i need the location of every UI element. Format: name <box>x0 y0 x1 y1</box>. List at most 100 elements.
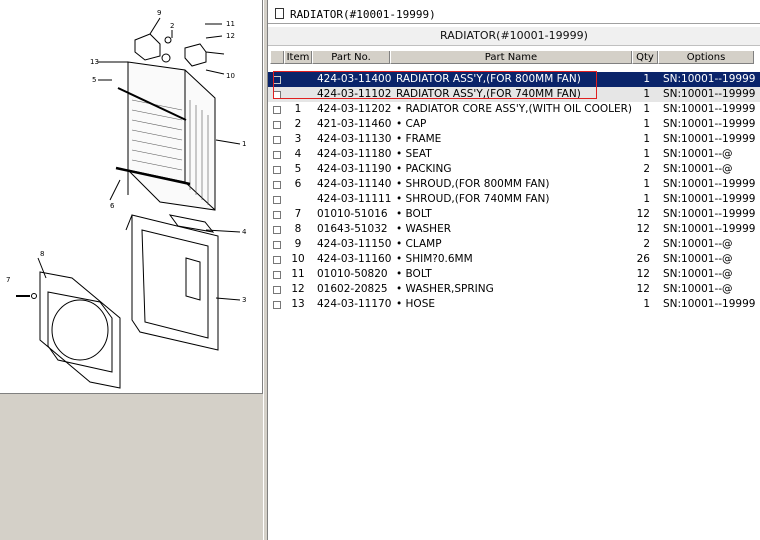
table-row[interactable]: 2 421-03-11460 • CAP 1 SN:10001--19999 <box>268 117 760 132</box>
row-checkbox[interactable] <box>273 151 281 159</box>
header-options[interactable]: Options <box>658 51 754 64</box>
table-row[interactable]: 3 424-03-11130 • FRAME 1 SN:10001--19999 <box>268 132 760 147</box>
cell-part-name: • BOLT <box>396 208 432 220</box>
cell-options: SN:10001--19999 <box>663 298 756 310</box>
cell-part-name: • HOSE <box>396 298 435 310</box>
cell-part-no: 424-03-11170 <box>317 298 392 310</box>
callout-8: 8 <box>40 250 44 258</box>
cell-part-name: • WASHER <box>396 223 452 235</box>
cell-item: 5 <box>294 163 302 175</box>
document-icon <box>275 8 284 19</box>
cell-qty: 12 <box>636 283 650 295</box>
table-row[interactable]: 12 01602-20825 • WASHER,SPRING 12 SN:10001--… <box>268 282 760 297</box>
cell-item: 4 <box>294 148 302 160</box>
row-checkbox[interactable] <box>273 226 281 234</box>
radiator-exploded-diagram: 1 2 3 4 5 6 7 8 9 10 11 12 13 <box>6 9 247 389</box>
cell-part-name: • WASHER,SPRING <box>396 283 494 295</box>
cell-qty: 1 <box>643 298 650 310</box>
cell-qty: 1 <box>643 88 650 100</box>
cell-options: SN:10001--@ <box>663 283 733 295</box>
cell-qty: 1 <box>643 133 650 145</box>
row-checkbox[interactable] <box>273 241 281 249</box>
callout-11: 11 <box>226 20 235 28</box>
table-row[interactable]: 13 424-03-11170 • HOSE 1 SN:10001--19999 <box>268 297 760 312</box>
row-checkbox[interactable] <box>273 271 281 279</box>
row-checkbox[interactable] <box>273 196 281 204</box>
cell-qty: 2 <box>643 238 650 250</box>
header-item[interactable]: Item <box>284 51 312 64</box>
callout-13: 13 <box>90 58 99 66</box>
cell-options: SN:10001--19999 <box>663 193 756 205</box>
row-checkbox[interactable] <box>273 106 281 114</box>
cell-part-no: 424-03-11102 <box>317 88 392 100</box>
cell-qty: 1 <box>643 118 650 130</box>
callout-4: 4 <box>242 228 247 236</box>
cell-options: SN:10001--@ <box>663 148 733 160</box>
cell-part-no: 424-03-11130 <box>317 133 392 145</box>
cell-part-name: RADIATOR ASS'Y,(FOR 800MM FAN) <box>396 73 581 85</box>
cell-part-no: 424-03-11202 <box>317 103 392 115</box>
table-row[interactable]: 10 424-03-11160 • SHIM?0.6MM 26 SN:10001--@ <box>268 252 760 267</box>
cell-part-no: 01643-51032 <box>317 223 388 235</box>
callout-7: 7 <box>6 276 10 284</box>
table-row[interactable]: 9 424-03-11150 • CLAMP 2 SN:10001--@ <box>268 237 760 252</box>
row-checkbox[interactable] <box>273 136 281 144</box>
cell-part-no: 424-03-11111 <box>317 193 392 205</box>
cell-item: 3 <box>294 133 302 145</box>
cell-part-name: • RADIATOR CORE ASS'Y,(WITH OIL COOLER) <box>396 103 632 115</box>
table-row[interactable]: 424-03-11111 • SHROUD,(FOR 740MM FAN) 1 SN:… <box>268 192 760 207</box>
callout-1: 1 <box>242 140 246 148</box>
row-checkbox[interactable] <box>273 76 281 84</box>
table-row[interactable]: 424-03-11400 RADIATOR ASS'Y,(FOR 800MM FA… <box>268 72 760 87</box>
row-checkbox[interactable] <box>273 121 281 129</box>
cell-qty: 1 <box>643 148 650 160</box>
header-qty[interactable]: Qty <box>632 51 658 64</box>
table-row[interactable]: 7 01010-51016 • BOLT 12 SN:10001--19999 <box>268 207 760 222</box>
header-part-name[interactable]: Part Name <box>390 51 632 64</box>
table-row[interactable]: 4 424-03-11180 • SEAT 1 SN:10001--@ <box>268 147 760 162</box>
cell-item: 13 <box>291 298 305 310</box>
header-part-no[interactable]: Part No. <box>312 51 390 64</box>
cell-options: SN:10001--19999 <box>663 103 756 115</box>
row-checkbox[interactable] <box>273 286 281 294</box>
cell-item: 9 <box>294 238 302 250</box>
cell-options: SN:10001--19999 <box>663 223 756 235</box>
cell-part-no: 424-03-11160 <box>317 253 392 265</box>
cell-options: SN:10001--19999 <box>663 208 756 220</box>
cell-item: 8 <box>294 223 302 235</box>
cell-part-no: 424-03-11190 <box>317 163 392 175</box>
cell-options: SN:10001--19999 <box>663 73 756 85</box>
table-row[interactable]: 8 01643-51032 • WASHER 12 SN:10001--19999 <box>268 222 760 237</box>
cell-part-name: • CAP <box>396 118 427 130</box>
parts-title-bar: RADIATOR(#10001-19999) <box>268 3 760 24</box>
cell-options: SN:10001--19999 <box>663 118 756 130</box>
parts-title: RADIATOR(#10001-19999) <box>290 8 436 21</box>
header-checkbox-col[interactable] <box>270 51 284 64</box>
callout-2: 2 <box>170 22 174 30</box>
cell-part-name: • SHROUD,(FOR 800MM FAN) <box>396 178 550 190</box>
cell-part-no: 01602-20825 <box>317 283 388 295</box>
cell-qty: 1 <box>643 193 650 205</box>
cell-part-no: 424-03-11400 <box>317 73 392 85</box>
cell-qty: 12 <box>636 223 650 235</box>
row-checkbox[interactable] <box>273 211 281 219</box>
cell-part-name: • BOLT <box>396 268 432 280</box>
cell-part-no: 424-03-11140 <box>317 178 392 190</box>
cell-part-name: • SHROUD,(FOR 740MM FAN) <box>396 193 550 205</box>
table-caption: RADIATOR(#10001-19999) <box>268 27 760 46</box>
cell-part-name: • SHIM?0.6MM <box>396 253 473 265</box>
table-row[interactable]: 424-03-11102 RADIATOR ASS'Y,(FOR 740MM FA… <box>268 87 760 102</box>
parts-list-panel: RADIATOR(#10001-19999) RADIATOR(#10001-1… <box>268 0 760 540</box>
table-row[interactable]: 6 424-03-11140 • SHROUD,(FOR 800MM FAN) 1 SN… <box>268 177 760 192</box>
table-row[interactable]: 1 424-03-11202 • RADIATOR CORE ASS'Y,(WITH… <box>268 102 760 117</box>
cell-item: 10 <box>291 253 305 265</box>
row-checkbox[interactable] <box>273 256 281 264</box>
cell-part-no: 01010-51016 <box>317 208 388 220</box>
cell-part-no: 421-03-11460 <box>317 118 392 130</box>
row-checkbox[interactable] <box>273 91 281 99</box>
row-checkbox[interactable] <box>273 166 281 174</box>
row-checkbox[interactable] <box>273 181 281 189</box>
table-row[interactable]: 11 01010-50820 • BOLT 12 SN:10001--@ <box>268 267 760 282</box>
table-row[interactable]: 5 424-03-11190 • PACKING 2 SN:10001--@ <box>268 162 760 177</box>
row-checkbox[interactable] <box>273 301 281 309</box>
